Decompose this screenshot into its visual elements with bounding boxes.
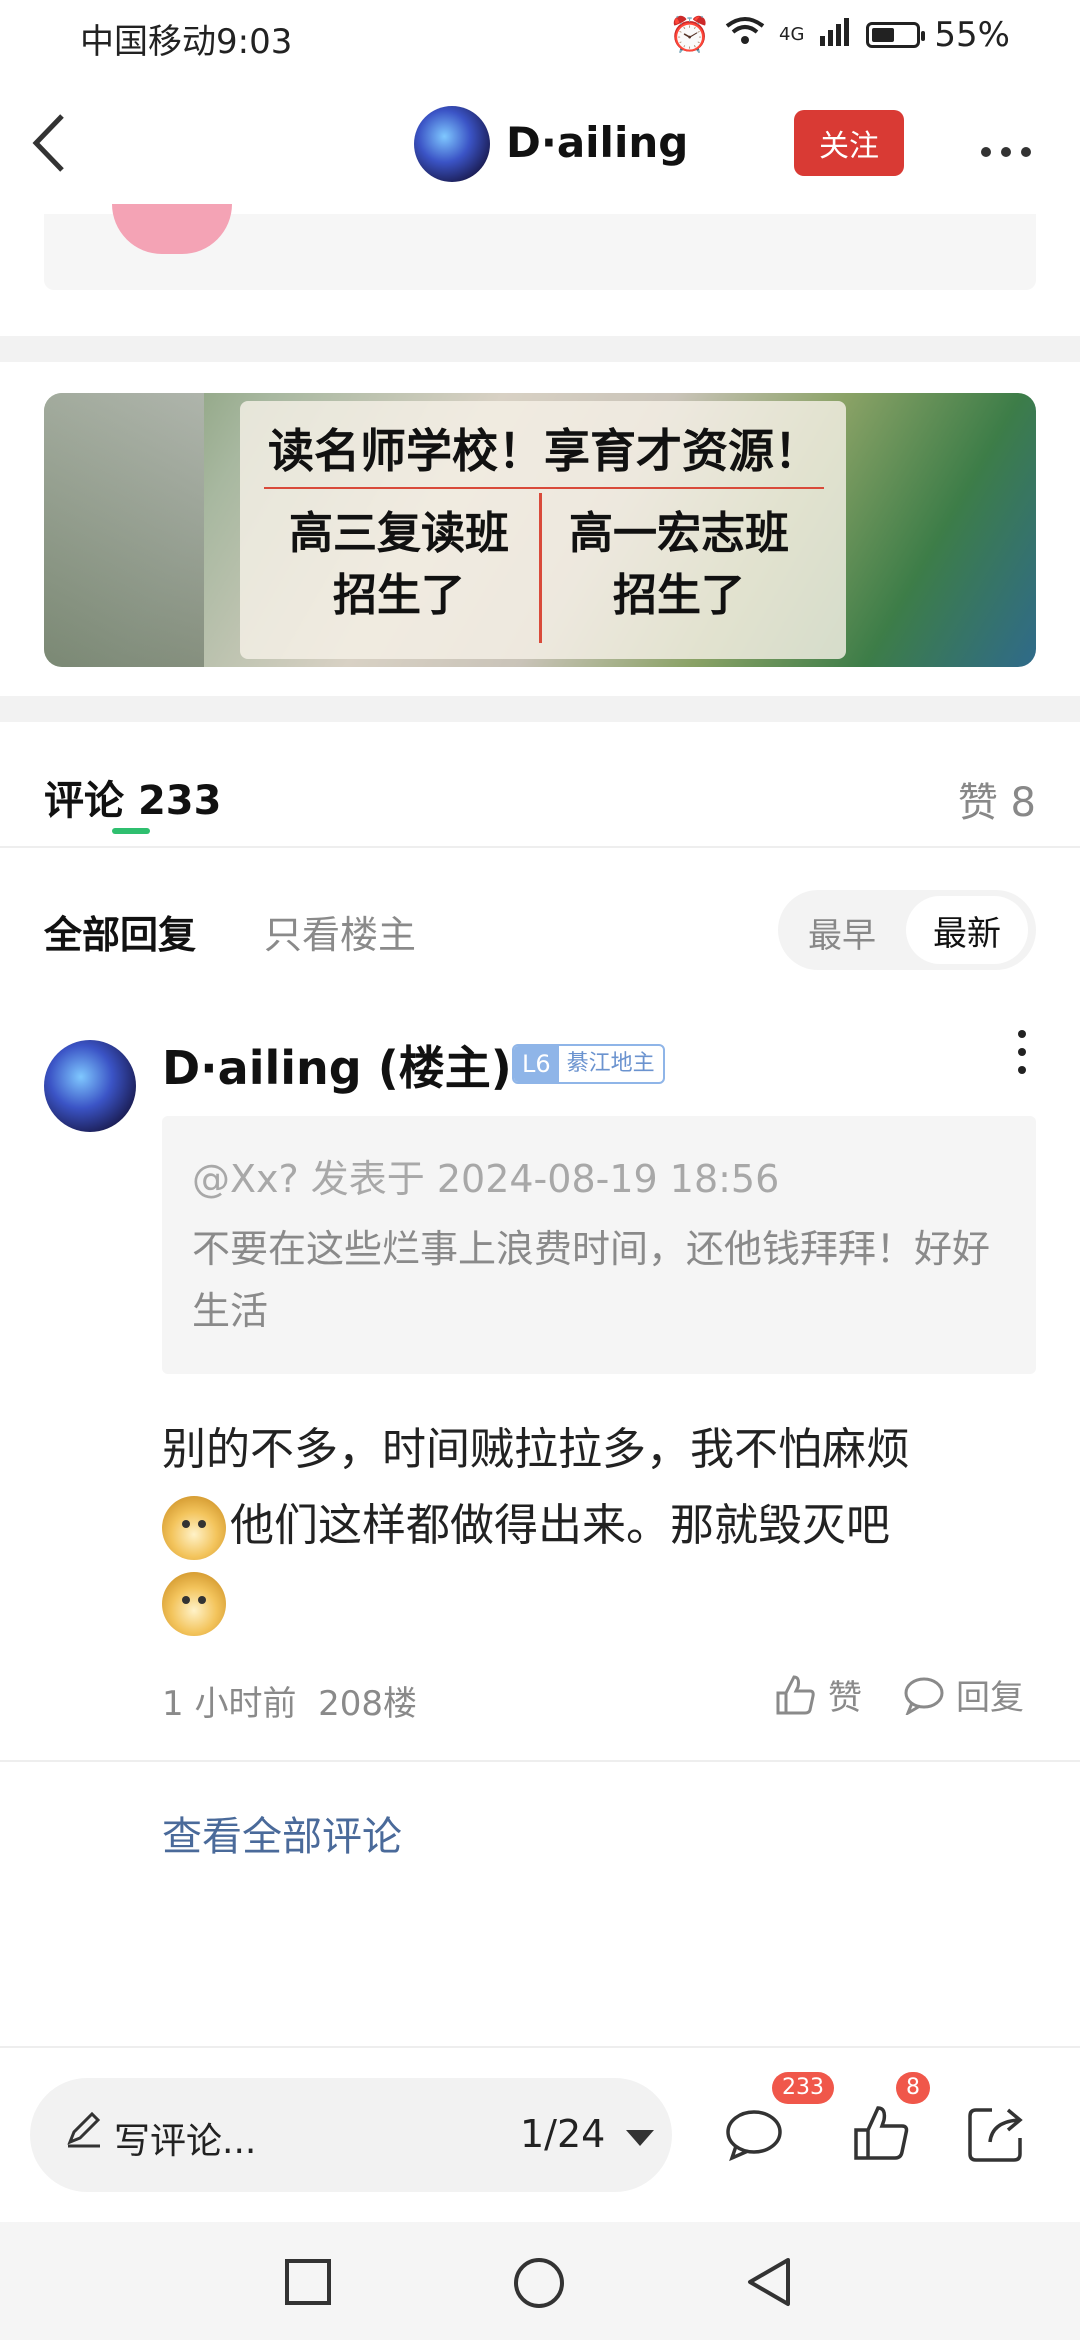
comment-body: 别的不多，时间贼拉拉多，我不怕麻烦 他们这样都做得出来。那就毁灭吧 xyxy=(162,1412,1042,1640)
comment-line-2: 他们这样都做得出来。那就毁灭吧 xyxy=(230,1500,890,1551)
banner-hline xyxy=(264,487,824,489)
share-icon xyxy=(968,2108,1023,2162)
more-horizontal-icon xyxy=(981,147,1031,157)
comment-more-button[interactable] xyxy=(1018,1030,1028,1084)
thumbs-up-icon xyxy=(776,1674,815,1714)
sort-earliest[interactable]: 最早 xyxy=(808,908,876,957)
sort-latest[interactable]: 最新 xyxy=(906,896,1028,964)
caret-down-icon[interactable] xyxy=(626,2130,654,2146)
comments-header: 评论 233 赞 8 xyxy=(0,726,1080,846)
comments-button[interactable]: 233 xyxy=(720,2072,834,2168)
comment-floor: 208楼 xyxy=(318,1684,417,1724)
avatar[interactable] xyxy=(414,106,490,182)
tab-underline xyxy=(112,828,150,834)
circle-icon xyxy=(514,2258,564,2308)
filter-all-replies[interactable]: 全部回复 xyxy=(44,904,196,959)
ad-banner[interactable]: 读名师学校！享育才资源！ 高三复读班 招生了 高一宏志班 招生了 xyxy=(44,393,1036,667)
chevron-left-icon xyxy=(32,114,64,172)
doge-emoji-icon xyxy=(162,1496,226,1560)
comment-bubble-icon xyxy=(904,1677,944,1715)
alarm-icon: ⏰ xyxy=(668,14,712,55)
network-label: 4G xyxy=(779,24,805,45)
quote-header: @Xx? 发表于 2024-08-19 18:56 xyxy=(192,1157,780,1201)
back-button[interactable] xyxy=(28,108,88,178)
page-indicator[interactable]: 1/24 xyxy=(520,2112,605,2156)
comment-count: 233 xyxy=(137,778,222,824)
banner-headline: 读名师学校！享育才资源！ xyxy=(268,424,820,478)
reply-label: 回复 xyxy=(956,1678,1024,1718)
user-level-badge: L6 綦江地主 xyxy=(512,1044,665,1084)
like-post-button[interactable]: 8 xyxy=(848,2072,930,2168)
view-all-comments-link[interactable]: 查看全部评论 xyxy=(162,1804,402,1862)
comment-line-1: 别的不多，时间贼拉拉多，我不怕麻烦 xyxy=(162,1424,910,1475)
comment-author[interactable]: D·ailing (楼主) xyxy=(162,1032,512,1098)
pencil-icon xyxy=(64,2108,104,2158)
decorative-shape xyxy=(112,204,232,254)
carrier-time: 中国移动9:03 xyxy=(80,22,293,62)
system-back-button[interactable] xyxy=(744,2254,794,2314)
home-button[interactable] xyxy=(512,2256,566,2314)
banner-divider xyxy=(539,493,542,643)
signal-icon xyxy=(818,15,852,55)
quoted-reply[interactable]: @Xx? 发表于 2024-08-19 18:56 不要在这些烂事上浪费时间，还… xyxy=(162,1116,1036,1374)
battery-percent: 55% xyxy=(934,14,1010,55)
comment-bubble-icon xyxy=(726,2110,782,2162)
doge-emoji-icon xyxy=(162,1572,226,1636)
comment-input[interactable]: 写评论... 1/24 xyxy=(30,2078,672,2192)
like-count-badge: 8 xyxy=(896,2072,930,2104)
triangle-back-icon xyxy=(748,2258,790,2306)
divider xyxy=(0,1760,1080,1762)
previous-quote-card xyxy=(44,204,1036,290)
like-label: 赞 xyxy=(828,1678,862,1718)
level-label: L6 xyxy=(514,1046,559,1082)
square-icon xyxy=(285,2259,331,2305)
status-bar: 中国移动9:03 ⏰ 4G 55% xyxy=(0,0,1080,76)
reply-button[interactable]: 回复 xyxy=(902,1670,1024,1719)
divider xyxy=(0,846,1080,848)
wifi-icon xyxy=(725,14,765,55)
recents-button[interactable] xyxy=(284,2258,332,2310)
follow-button[interactable]: 关注 xyxy=(794,110,904,176)
banner-building xyxy=(44,393,204,667)
section-divider xyxy=(0,696,1080,722)
thumbs-up-icon xyxy=(854,2106,909,2160)
share-button[interactable] xyxy=(962,2098,1032,2168)
page-title: D·ailing xyxy=(506,118,689,167)
banner-right-text: 高一宏志班 招生了 xyxy=(569,508,789,621)
sort-toggle: 最早 最新 xyxy=(778,890,1036,970)
like-button[interactable]: 赞 xyxy=(774,1670,862,1719)
tab-comments-label: 评论 xyxy=(44,778,124,824)
tab-comments[interactable]: 评论 233 xyxy=(44,768,221,826)
system-nav-bar xyxy=(0,2222,1080,2340)
comment-count-badge: 233 xyxy=(772,2072,834,2104)
section-divider xyxy=(0,336,1080,362)
top-nav: D·ailing 关注 xyxy=(0,90,1080,200)
battery-icon xyxy=(866,21,926,48)
bottom-toolbar: 写评论... 1/24 233 8 xyxy=(0,2046,1080,2224)
title-badge: 綦江地主 xyxy=(566,1051,655,1076)
comment-time: 1 小时前 xyxy=(162,1684,297,1724)
more-button[interactable] xyxy=(978,120,1034,171)
comment-avatar[interactable] xyxy=(44,1040,136,1132)
comment-input-placeholder: 写评论... xyxy=(114,2121,257,2162)
filter-op-only[interactable]: 只看楼主 xyxy=(264,904,416,959)
tab-likes[interactable]: 赞 8 xyxy=(958,770,1036,828)
status-icons: ⏰ 4G 55% xyxy=(669,14,1010,55)
banner-left-text: 高三复读班 招生了 xyxy=(289,508,509,621)
quote-text: 不要在这些烂事上浪费时间，还他钱拜拜！好好生活 xyxy=(192,1227,991,1333)
comment-meta: 1 小时前 208楼 xyxy=(162,1676,417,1725)
